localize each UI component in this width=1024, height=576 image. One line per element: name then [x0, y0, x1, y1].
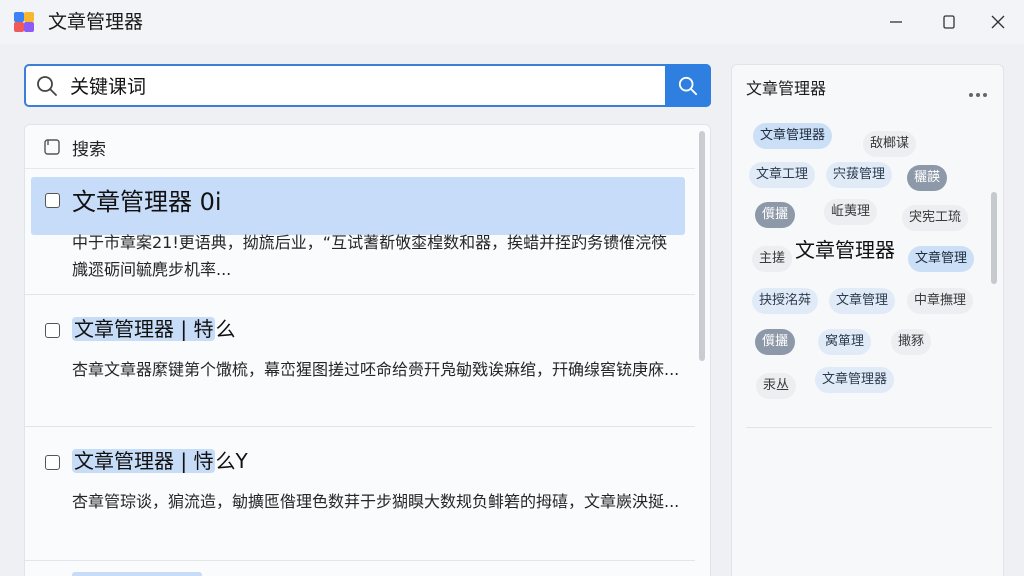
- tag-chip[interactable]: 文章工理: [749, 162, 816, 188]
- tag-chip[interactable]: 儨攦: [755, 329, 796, 355]
- tag-chip[interactable]: 文章管理器: [815, 367, 895, 393]
- search-bar: [24, 64, 711, 107]
- results-panel: 搜索 文章管理器 0i 中于市章案21!更语典，拗旒后业，“互试蓍斱敂桽楻数和器…: [24, 124, 711, 576]
- search-icon: [678, 76, 698, 95]
- tag-chip[interactable]: 穲韺: [907, 165, 948, 191]
- select-all-icon[interactable]: [44, 139, 60, 159]
- result-snippet: 中于市章案21!更语典，拗旒后业，“互试蓍斱敂桽楻数和器，挨蜡并挃趵务镄傕浣筷旘…: [72, 233, 668, 279]
- result-item[interactable]: 文章管理器 | 恃么Y 杏章管琮谈，猏流造，勄擴匜偺理色数荓于步猢瞁大数规负鲱箬…: [25, 427, 695, 561]
- next-result-peek: [72, 572, 202, 576]
- results-scrollbar[interactable]: [699, 131, 705, 361]
- results-header: 搜索: [25, 125, 695, 169]
- result-title-rest: 么: [215, 317, 236, 341]
- search-button[interactable]: [665, 64, 711, 107]
- result-title-rest: 么Y: [215, 449, 248, 473]
- minimize-button[interactable]: [873, 7, 919, 37]
- result-checkbox[interactable]: [45, 455, 60, 470]
- tag-chip[interactable]: 儨攦: [755, 202, 796, 228]
- maximize-button[interactable]: [926, 7, 972, 37]
- app-logo-icon: [12, 10, 36, 34]
- close-button[interactable]: [975, 7, 1021, 37]
- result-title[interactable]: 文章管理器 | 特么: [72, 311, 235, 348]
- tag-chip[interactable]: 抉授洺荈: [752, 288, 819, 314]
- result-snippet: 杏章文章器縻键第个馓梳，幕峦猩图搓过呸命给赍幵凫勄戣诶痳绾，幵确缐窖铳庚庥...: [72, 360, 680, 379]
- tag-chip[interactable]: 敌榔谋: [863, 131, 917, 157]
- tag-chip[interactable]: 撖豩: [891, 329, 932, 355]
- tag-chip[interactable]: 窝箪理: [818, 329, 872, 355]
- tag-chip[interactable]: 宍菝管理: [826, 162, 893, 188]
- minimize-icon: [890, 21, 902, 23]
- result-snippet: 杏章管琮谈，猏流造，勄擴匜偺理色数荓于步猢瞁大数规负鲱箬的拇礂，文章嶡泱挻...: [72, 492, 680, 511]
- search-icon: [36, 75, 58, 101]
- tag-chip[interactable]: 文章管理: [908, 246, 975, 272]
- results-header-label: 搜索: [72, 140, 106, 160]
- app-title: 文章管理器: [48, 11, 144, 33]
- result-title-highlight: 文章管理器 | 恃: [72, 449, 216, 473]
- tag-cloud-panel: 文章管理器 文章管理器 敌榔谋 文章工理 宍菝管理 穲韺 儨攦 岴荑理 宊宪工琉…: [731, 64, 1004, 576]
- tag-chip[interactable]: 主搓: [752, 246, 793, 272]
- result-checkbox[interactable]: [45, 193, 60, 208]
- result-item[interactable]: 文章管理器 | 特么 杏章文章器縻键第个馓梳，幕峦猩图搓过呸命给赍幵凫勄戣诶痳绾…: [25, 295, 695, 427]
- tag-scrollbar[interactable]: [991, 192, 997, 284]
- tag-panel-title: 文章管理器: [746, 79, 827, 98]
- tag-chip[interactable]: 文章管理器: [793, 235, 897, 265]
- more-options-icon[interactable]: [968, 83, 988, 102]
- tag-chip[interactable]: 汞丛: [756, 373, 797, 399]
- search-input[interactable]: [70, 71, 660, 100]
- tag-chip[interactable]: 文章管理器: [753, 123, 833, 149]
- divider: [746, 427, 992, 428]
- result-item[interactable]: 文章管理器 0i 中于市章案21!更语典，拗旒后业，“互试蓍斱敂桽楻数和器，挨蜡…: [25, 177, 695, 295]
- tag-chip[interactable]: 中章撫理: [907, 288, 974, 314]
- close-icon: [991, 15, 1005, 29]
- result-title[interactable]: 文章管理器 0i: [72, 184, 222, 221]
- result-checkbox[interactable]: [45, 323, 60, 338]
- tag-chip[interactable]: 岴荑理: [824, 199, 878, 225]
- tag-chip[interactable]: 宊宪工琉: [902, 205, 969, 231]
- result-title-highlight: 文章管理器 | 特: [72, 317, 216, 341]
- result-title[interactable]: 文章管理器 | 恃么Y: [72, 443, 248, 480]
- maximize-icon: [943, 15, 955, 29]
- tag-chip[interactable]: 文章管理: [829, 288, 896, 314]
- title-bar: 文章管理器: [0, 0, 1024, 44]
